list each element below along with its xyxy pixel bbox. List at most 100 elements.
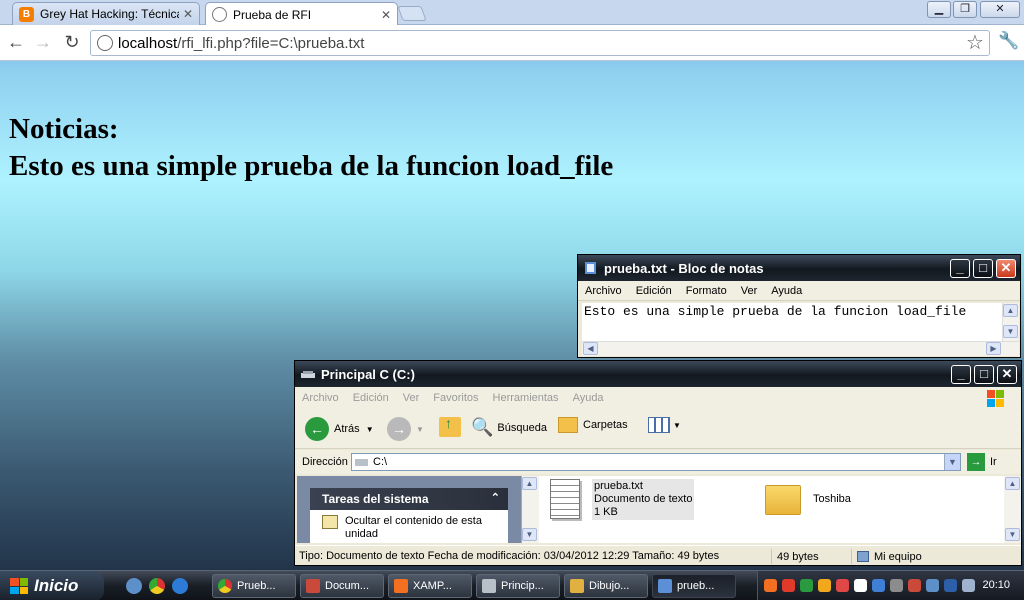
tray-icon[interactable] xyxy=(890,579,903,592)
notepad-title: prueba.txt - Bloc de notas xyxy=(604,260,764,276)
folders-button[interactable]: Carpetas xyxy=(558,417,628,433)
minimize-button[interactable]: _ xyxy=(951,365,971,384)
close-tab-icon[interactable]: ✕ xyxy=(381,8,391,22)
tray-icon[interactable] xyxy=(800,579,813,592)
network-icon[interactable] xyxy=(872,579,885,592)
scroll-up-icon[interactable]: ▲ xyxy=(522,477,537,490)
scrollbar[interactable]: ▲ ▼ xyxy=(1004,476,1021,543)
folders-label: Carpetas xyxy=(583,419,628,431)
close-button[interactable]: ✕ xyxy=(997,365,1017,384)
explorer-window[interactable]: Principal C (C:) _ □ ✕ Archivo Edición V… xyxy=(294,360,1022,566)
back-button[interactable]: ← Atrás ▼ xyxy=(305,417,374,441)
tray-icon[interactable] xyxy=(944,579,957,592)
tray-icon[interactable] xyxy=(854,579,867,592)
file-item-prueba[interactable]: prueba.txt Documento de texto 1 KB xyxy=(550,479,695,520)
bookmark-star-icon[interactable]: ☆ xyxy=(966,30,984,55)
forward-arrow-icon[interactable]: → xyxy=(32,32,54,54)
menu-ayuda[interactable]: Ayuda xyxy=(764,285,809,297)
clock[interactable]: 20:10 xyxy=(982,579,1010,591)
address-dropdown-icon[interactable]: ▼ xyxy=(944,454,960,470)
scroll-left-icon[interactable]: ◀ xyxy=(583,342,598,355)
search-button[interactable]: 🔍 Búsqueda xyxy=(471,417,547,438)
tray-icon[interactable] xyxy=(782,579,795,592)
paint-icon xyxy=(570,579,584,593)
task-hide-drive-contents[interactable]: Ocultar el contenido de esta unidad xyxy=(310,510,508,541)
notepad-titlebar[interactable]: prueba.txt - Bloc de notas _ □ ✕ xyxy=(578,255,1020,281)
start-button[interactable]: Inicio xyxy=(0,571,104,600)
menu-herramientas[interactable]: Herramientas xyxy=(486,392,566,404)
minimize-button[interactable]: ▁ xyxy=(927,1,951,18)
collapse-chevron-icon[interactable]: ⌃ xyxy=(491,491,500,504)
scroll-down-icon[interactable]: ▼ xyxy=(1005,528,1020,541)
scrollbar[interactable]: ▲ ▼ xyxy=(522,476,539,543)
folder-item-toshiba[interactable]: Toshiba xyxy=(765,485,851,515)
task-document[interactable]: Docum... xyxy=(300,574,384,598)
tab-prueba-de-rfi[interactable]: Prueba de RFI ✕ xyxy=(205,2,398,26)
menu-archivo[interactable]: Archivo xyxy=(578,285,629,297)
task-principal[interactable]: Princip... xyxy=(476,574,560,598)
menu-archivo[interactable]: Archivo xyxy=(295,392,346,404)
scroll-right-icon[interactable]: ▶ xyxy=(986,342,1001,355)
reload-icon[interactable]: ↻ xyxy=(61,32,83,54)
task-xampp[interactable]: XAMP... xyxy=(388,574,472,598)
close-window-button[interactable]: ✕ xyxy=(980,1,1020,18)
address-field[interactable]: C:\ ▼ xyxy=(351,453,961,471)
task-label: XAMP... xyxy=(413,580,452,592)
menu-ver[interactable]: Ver xyxy=(396,392,427,404)
minimize-button[interactable]: _ xyxy=(950,259,970,278)
new-tab-button[interactable] xyxy=(397,6,427,21)
go-button[interactable]: → Ir xyxy=(967,453,997,471)
up-folder-button[interactable]: ↑ xyxy=(439,415,461,437)
menu-ayuda[interactable]: Ayuda xyxy=(566,392,611,404)
close-button[interactable]: ✕ xyxy=(996,259,1016,278)
back-arrow-icon[interactable]: ← xyxy=(5,32,27,54)
dropdown-arrow-icon[interactable]: ▼ xyxy=(366,425,374,434)
horizontal-scrollbar[interactable]: ◀ ▶ xyxy=(582,341,1019,356)
menu-formato[interactable]: Formato xyxy=(679,285,734,297)
tray-icon[interactable] xyxy=(836,579,849,592)
chrome-icon[interactable] xyxy=(149,578,165,594)
vertical-scrollbar[interactable]: ▲ ▼ xyxy=(1002,303,1019,341)
tray-icon[interactable] xyxy=(818,579,831,592)
explorer-titlebar[interactable]: Principal C (C:) _ □ ✕ xyxy=(295,361,1021,387)
address-bar[interactable]: localhost/rfi_lfi.php?file=C:\prueba.txt xyxy=(90,30,990,56)
system-tasks-header[interactable]: Tareas del sistema ⌃ xyxy=(310,488,508,510)
volume-icon[interactable] xyxy=(962,579,975,592)
wrench-menu-icon[interactable]: 🔧 xyxy=(998,31,1019,51)
views-button[interactable]: ▼ xyxy=(648,417,681,433)
task-chrome[interactable]: Prueb... xyxy=(212,574,296,598)
internet-explorer-icon[interactable] xyxy=(172,578,188,594)
up-folder-icon: ↑ xyxy=(439,415,461,437)
status-location-label: Mi equipo xyxy=(874,550,922,563)
tab-grey-hat-hacking[interactable]: B Grey Hat Hacking: Técnicas Av ✕ xyxy=(12,2,200,25)
menu-ver[interactable]: Ver xyxy=(734,285,765,297)
task-paint[interactable]: Dibujo... xyxy=(564,574,648,598)
file-size: 1 KB xyxy=(594,506,618,518)
scroll-up-icon[interactable]: ▲ xyxy=(1005,477,1020,490)
task-label: Prueb... xyxy=(237,580,276,592)
tray-icon[interactable] xyxy=(908,579,921,592)
notepad-text-area[interactable]: Esto es una simple prueba de la funcion … xyxy=(582,303,1006,341)
restore-button[interactable]: ❐ xyxy=(953,1,977,18)
notepad-window[interactable]: prueba.txt - Bloc de notas _ □ ✕ Archivo… xyxy=(577,254,1021,358)
scroll-up-icon[interactable]: ▲ xyxy=(1003,304,1018,317)
forward-button[interactable]: → ▼ xyxy=(387,417,424,441)
scroll-down-icon[interactable]: ▼ xyxy=(522,528,537,541)
menu-edicion[interactable]: Edición xyxy=(346,392,396,404)
task-label: Dibujo... xyxy=(589,580,630,592)
xampp-tray-icon[interactable] xyxy=(764,579,777,592)
maximize-button[interactable]: □ xyxy=(974,365,994,384)
forward-arrow-icon: → xyxy=(387,417,411,441)
task-label: Docum... xyxy=(325,580,370,592)
tray-icon[interactable] xyxy=(926,579,939,592)
file-type: Documento de texto xyxy=(594,493,693,505)
menu-edicion[interactable]: Edición xyxy=(629,285,679,297)
maximize-button[interactable]: □ xyxy=(973,259,993,278)
menu-favoritos[interactable]: Favoritos xyxy=(426,392,485,404)
close-tab-icon[interactable]: ✕ xyxy=(183,7,193,21)
show-desktop-icon[interactable] xyxy=(126,578,142,594)
scroll-down-icon[interactable]: ▼ xyxy=(1003,325,1018,338)
task-notepad[interactable]: prueb... xyxy=(652,574,736,598)
notepad-icon xyxy=(585,262,596,274)
my-computer-icon xyxy=(857,551,869,562)
